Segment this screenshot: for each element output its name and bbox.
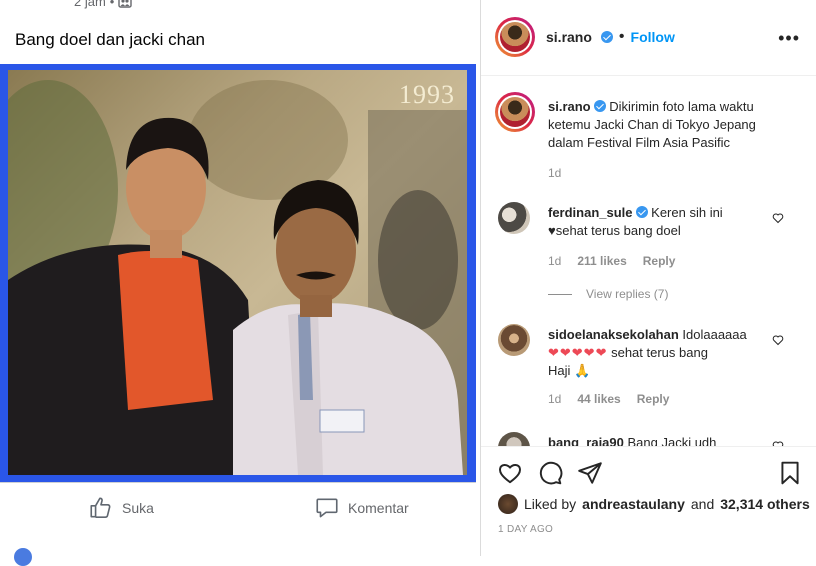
header-username[interactable]: si.rano [546,29,592,45]
facebook-post: 2 jam • Bang doel dan jacki chan 1993 Su… [0,0,481,566]
audience-icon [118,0,133,8]
header-user: si.rano • Follow [546,28,675,45]
comment-username[interactable]: bang_raja90 [548,435,624,446]
caption-age[interactable]: 1d [548,166,561,180]
likes-count[interactable]: 32,314 others [720,496,810,512]
comment-bubble-icon[interactable] [537,460,563,486]
profile-avatar[interactable] [495,17,535,57]
comment-text: Bang Jacki udh [627,435,717,446]
comment-avatar[interactable] [498,432,530,446]
follow-button[interactable]: Follow [631,29,675,45]
instagram-panel: si.rano • Follow ••• si.rano Dikirimin f… [481,0,816,556]
bookmark-icon[interactable] [777,460,803,486]
comment-username[interactable]: ferdinan_sule [548,205,633,220]
comment-text: ♥sehat terus bang doel [548,223,681,238]
verified-badge-icon [600,31,613,43]
post-actions-bar: Suka Komentar [0,482,476,539]
comment-avatar[interactable] [498,202,530,234]
post-photo[interactable]: 1993 [0,64,476,482]
comment-icon [314,495,340,521]
comment-text: Idolaaaaaa [682,327,747,342]
liked-by-user[interactable]: andreastaulany [582,496,685,512]
comment-username[interactable]: sidoelanaksekolahan [548,327,679,342]
reply-button[interactable]: Reply [643,254,676,268]
comment-label: Komentar [348,500,409,516]
post-date[interactable]: 1 DAY AGO [498,524,553,535]
ig-header: si.rano • Follow ••• [481,0,816,76]
like-label: Suka [122,500,154,516]
liked-by: Liked by andreastaulany and 32,314 other… [498,494,810,514]
comment-age[interactable]: 1d [548,254,561,268]
heart-icon[interactable] [772,334,784,346]
comment-avatar[interactable] [498,324,530,356]
like-button[interactable]: Suka [88,495,154,521]
more-options-icon[interactable]: ••• [778,28,800,49]
comment-text: Keren sih ini [651,205,723,220]
caption-username[interactable]: si.rano [548,99,591,114]
red-hearts-emoji: ❤❤❤❤❤ [548,345,608,360]
comment-likes[interactable]: 211 likes [577,254,626,268]
comment-text: Haji 🙏 [548,363,591,378]
comment-button[interactable]: Komentar [314,495,409,521]
photo-image: 1993 [8,70,467,475]
post-title: Bang doel dan jacki chan [15,30,205,49]
photo-year-label: 1993 [399,80,455,109]
verified-badge-icon [593,100,606,112]
post-meta: 2 jam • [74,0,133,9]
avatar[interactable] [14,548,32,566]
caption-avatar[interactable] [495,92,535,132]
avatar[interactable] [498,494,518,514]
comment-age[interactable]: 1d [548,392,561,406]
view-replies-button[interactable]: View replies (7) [548,287,668,301]
comment-text: sehat terus bang [611,345,708,360]
share-icon[interactable] [577,460,603,486]
like-heart-icon[interactable] [497,460,523,486]
post-time[interactable]: 2 jam [74,0,106,9]
comments-list: si.rano Dikirimin foto lama waktu ketemu… [481,76,816,446]
comment-likes[interactable]: 44 likes [577,392,620,406]
reply-button[interactable]: Reply [637,392,670,406]
heart-icon[interactable] [772,212,784,224]
verified-badge-icon [635,206,648,218]
photo-illustration [8,80,467,475]
thumbs-up-icon [88,495,114,521]
